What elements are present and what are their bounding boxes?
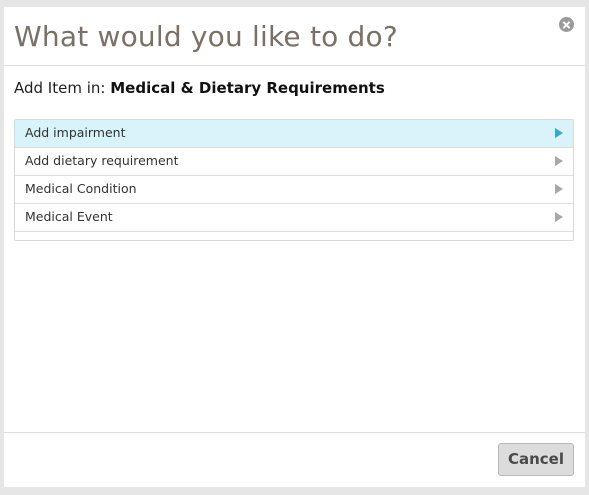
option-label: Add impairment bbox=[25, 125, 126, 140]
dialog-header: What would you like to do? bbox=[4, 7, 585, 66]
options-list: Add impairment Add dietary requirement M… bbox=[14, 119, 574, 241]
dialog: What would you like to do? Add Item in: … bbox=[4, 7, 585, 487]
option-add-dietary-requirement[interactable]: Add dietary requirement bbox=[15, 148, 573, 176]
option-label: Medical Event bbox=[25, 209, 113, 224]
chevron-right-icon bbox=[555, 128, 563, 138]
chevron-right-icon bbox=[555, 156, 563, 166]
chevron-right-icon bbox=[555, 184, 563, 194]
option-label: Medical Condition bbox=[25, 181, 137, 196]
context-name: Medical & Dietary Requirements bbox=[110, 79, 385, 97]
context-prefix: Add Item in: bbox=[14, 79, 106, 97]
context-line: Add Item in: Medical & Dietary Requireme… bbox=[14, 78, 385, 98]
cancel-button[interactable]: Cancel bbox=[498, 443, 574, 476]
close-icon[interactable] bbox=[559, 17, 574, 32]
dialog-footer: Cancel bbox=[4, 432, 585, 487]
option-add-impairment[interactable]: Add impairment bbox=[15, 120, 573, 148]
option-medical-event[interactable]: Medical Event bbox=[15, 204, 573, 232]
option-label: Add dietary requirement bbox=[25, 153, 179, 168]
option-medical-condition[interactable]: Medical Condition bbox=[15, 176, 573, 204]
chevron-right-icon bbox=[555, 212, 563, 222]
dialog-title: What would you like to do? bbox=[14, 20, 398, 53]
